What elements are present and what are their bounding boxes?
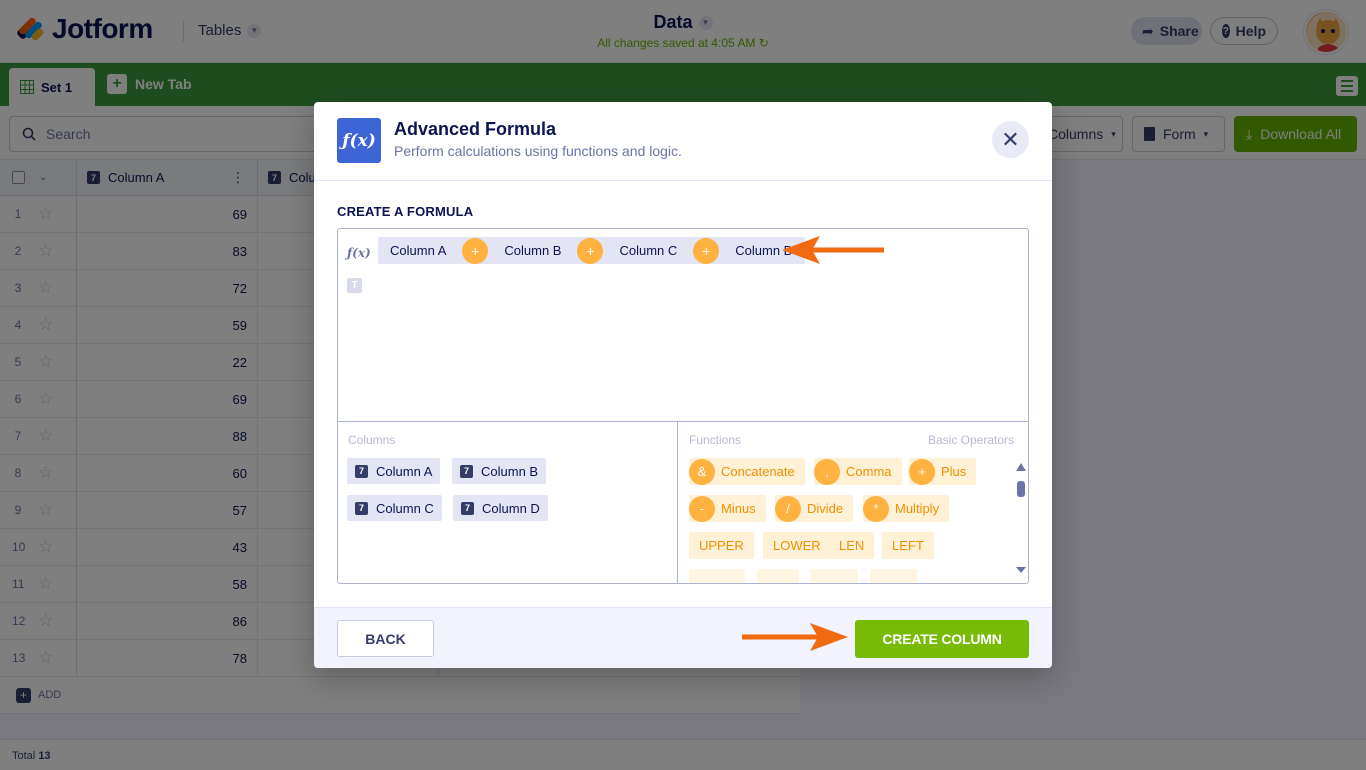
annotation-arrow-left-icon	[782, 236, 884, 264]
function-lower[interactable]: LOWER	[763, 532, 831, 559]
operator-label: Concatenate	[721, 464, 795, 479]
section-label: CREATE A FORMULA	[337, 204, 474, 219]
column-chip-b[interactable]: 7 Column B	[452, 458, 547, 484]
operator-divide[interactable]: / Divide	[775, 495, 854, 522]
operator-concatenate[interactable]: & Concatenate	[689, 458, 805, 485]
number-type-icon: 7	[461, 501, 474, 515]
create-column-button[interactable]: CREATE COLUMN	[855, 620, 1029, 658]
formula-token[interactable]: Column C	[615, 243, 681, 258]
operator-symbol: +	[909, 458, 935, 485]
formula-operator[interactable]: +	[577, 237, 604, 264]
function-left[interactable]: LEFT	[882, 532, 934, 559]
operator-symbol: -	[689, 495, 715, 522]
formula-operator[interactable]: +	[693, 237, 720, 264]
column-chip-c[interactable]: 7 Column C	[347, 495, 442, 521]
functions-pane-label: Functions	[689, 433, 742, 447]
operator-symbol: &	[689, 458, 715, 485]
formula-token[interactable]: Column B	[500, 243, 565, 258]
annotation-arrow-right-icon	[742, 623, 848, 651]
function-upper[interactable]: UPPER	[689, 532, 754, 559]
scroll-up-icon[interactable]	[1016, 463, 1026, 471]
number-type-icon: 7	[460, 464, 473, 478]
function-len[interactable]: LEN	[829, 532, 875, 559]
function-chip-partial[interactable]	[811, 569, 858, 583]
operator-plus[interactable]: + Plus	[909, 458, 977, 485]
function-chip-partial[interactable]	[689, 569, 745, 583]
formula-line-icon: ƒ(x)	[347, 246, 371, 260]
column-chip-label: Column C	[376, 500, 434, 516]
column-chip-a[interactable]: 7 Column A	[347, 458, 441, 484]
pane-divider	[677, 422, 678, 584]
operators-pane-label: Basic Operators	[928, 433, 1015, 447]
number-type-icon: 7	[355, 501, 368, 515]
column-chip-label: Column B	[481, 463, 539, 479]
operator-label: Plus	[941, 464, 967, 479]
close-icon: ✕	[1001, 126, 1020, 152]
operator-label: Minus	[721, 501, 756, 516]
formula-operator[interactable]: +	[462, 237, 489, 264]
advanced-formula-dialog: ƒ(x) Advanced Formula Perform calculatio…	[314, 102, 1052, 668]
operator-symbol: *	[863, 495, 889, 522]
function-chip-partial[interactable]	[757, 569, 799, 583]
operator-minus[interactable]: - Minus	[689, 495, 766, 522]
function-chip-partial[interactable]	[870, 569, 917, 583]
scroll-down-icon[interactable]	[1016, 567, 1026, 573]
back-button[interactable]: BACK	[337, 620, 434, 657]
column-chip-label: Column A	[376, 463, 433, 479]
close-button[interactable]: ✕	[992, 121, 1029, 158]
column-chip-d[interactable]: 7 Column D	[453, 495, 548, 521]
operator-multiply[interactable]: * Multiply	[863, 495, 950, 522]
column-chip-label: Column D	[482, 500, 540, 516]
dialog-title: Advanced Formula	[394, 119, 557, 139]
text-line-icon: T	[347, 278, 362, 293]
formula-editor[interactable]: ƒ(x) T Column A + Column B + Column C + …	[337, 228, 1029, 584]
operator-label: Divide	[807, 501, 844, 516]
operator-comma[interactable]: , Comma	[814, 458, 902, 485]
formula-icon: ƒ(x)	[337, 118, 381, 163]
operator-label: Comma	[846, 464, 892, 479]
operator-symbol: ,	[814, 458, 840, 485]
editor-divider	[338, 421, 1028, 422]
dialog-subtitle: Perform calculations using functions and…	[394, 143, 682, 159]
formula-token[interactable]: Column A	[386, 243, 450, 258]
columns-pane-label: Columns	[348, 433, 396, 447]
formula-expression[interactable]: Column A + Column B + Column C + Column …	[378, 237, 806, 264]
number-type-icon: 7	[355, 464, 368, 478]
dialog-header: ƒ(x) Advanced Formula Perform calculatio…	[314, 102, 1052, 181]
operator-label: Multiply	[895, 501, 940, 516]
dialog-footer: BACK CREATE COLUMN	[314, 607, 1052, 668]
operator-symbol: /	[775, 495, 801, 522]
scrollbar-thumb[interactable]	[1017, 481, 1025, 497]
